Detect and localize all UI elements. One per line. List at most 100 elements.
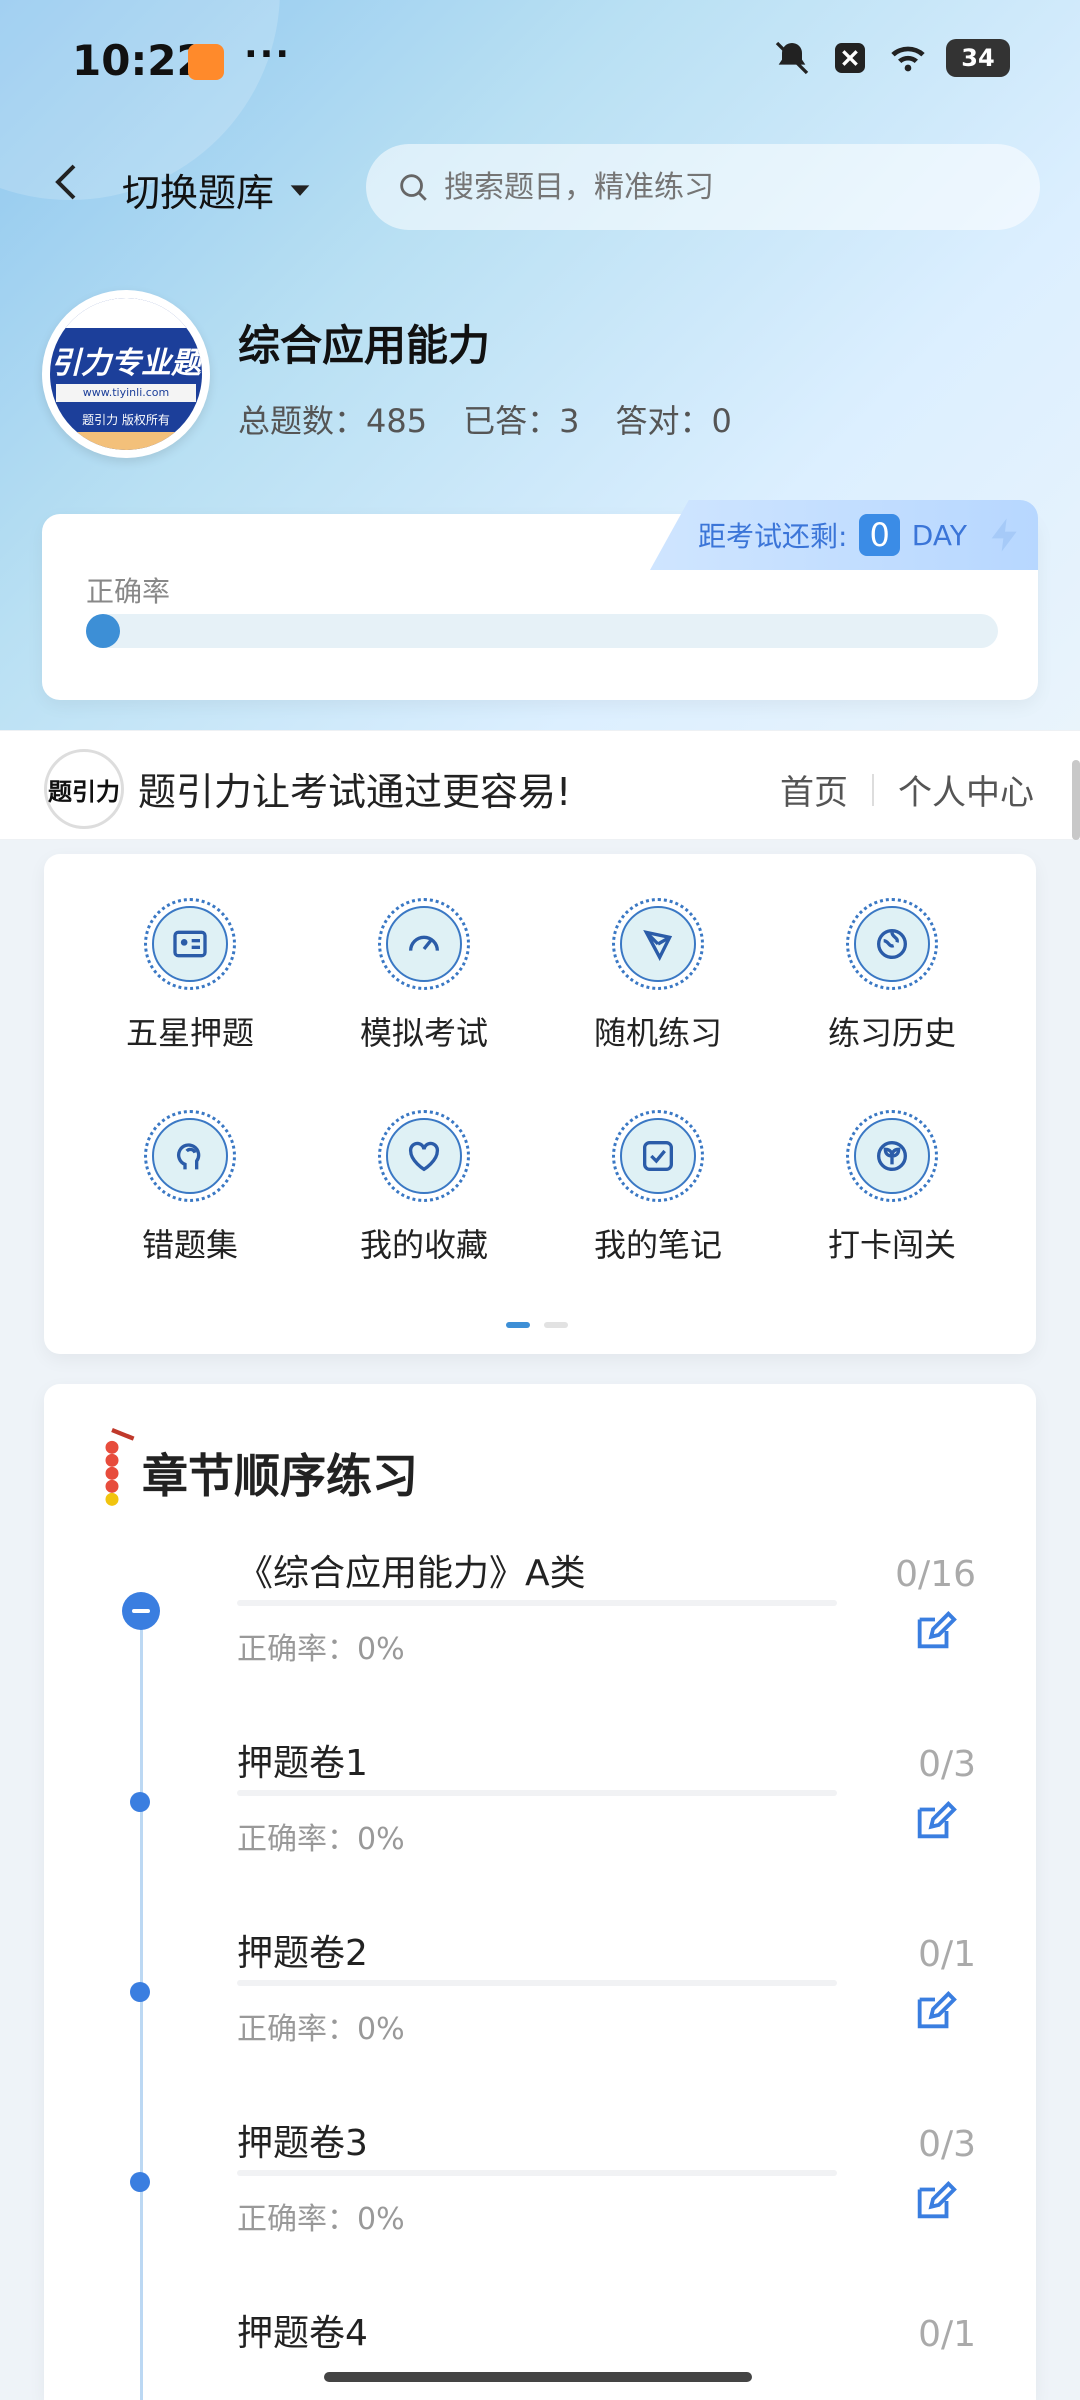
chapter-accuracy: 正确率：0% <box>237 2202 405 2237</box>
battery-icon: 34 <box>946 39 1010 77</box>
grid-item-mock-exam[interactable]: 模拟考试 <box>324 898 524 1054</box>
chapter-item[interactable]: 押题卷2 正确率：0% 0/1 <box>44 1924 1036 2114</box>
timeline-node <box>130 1792 150 1812</box>
more-notifications-icon: ··· <box>244 34 292 75</box>
grid-item-favorites[interactable]: 我的收藏 <box>324 1110 524 1266</box>
chapter-name: 《综合应用能力》A类 <box>237 1553 586 1594</box>
grid-item-label: 模拟考试 <box>359 1014 488 1052</box>
promo-logo: 题引力 <box>44 749 124 829</box>
note-check-icon <box>643 1141 673 1171</box>
accuracy-progress-indicator <box>86 614 120 648</box>
grid-item-label: 我的笔记 <box>593 1226 722 1264</box>
bank-logo: 引力专业题 www.tiyinli.com 题引力 版权所有 <box>42 290 210 458</box>
grid-pager[interactable] <box>506 1322 568 1328</box>
network-icon <box>643 929 673 961</box>
feature-grid: 五星押题 模拟考试 随机练习 练习历史 错题集 我的收藏 我的笔记 打卡闯关 <box>44 854 1036 1354</box>
grid-item-checkin[interactable]: 打卡闯关 <box>792 1110 992 1266</box>
switch-bank-button[interactable]: 切换题库 <box>122 162 314 217</box>
pager-dot[interactable] <box>544 1322 568 1328</box>
grid-item-label: 练习历史 <box>827 1014 956 1052</box>
home-link[interactable]: 首页 <box>780 765 848 814</box>
lightning-icon <box>991 518 1017 552</box>
answered-count: 已答：3 <box>463 402 580 440</box>
total-questions: 总题数：485 <box>238 402 428 440</box>
search-input[interactable] <box>442 168 1006 206</box>
edit-icon[interactable] <box>912 1798 958 1844</box>
status-bar: 10:22 ··· 34 <box>0 0 1080 120</box>
edit-icon[interactable] <box>912 2178 958 2224</box>
bank-logo-image: 引力专业题 www.tiyinli.com 题引力 版权所有 <box>50 298 202 450</box>
status-icons: 34 <box>772 38 1010 78</box>
logo-url: www.tiyinli.com <box>56 384 196 402</box>
grid-item-wrong-questions[interactable]: 错题集 <box>90 1110 290 1266</box>
grid-item-label: 我的收藏 <box>359 1226 488 1264</box>
grid-item-notes[interactable]: 我的笔记 <box>558 1110 758 1266</box>
chapter-count: 0/1 <box>918 2314 976 2355</box>
correct-count: 答对：0 <box>615 402 732 440</box>
edit-icon[interactable] <box>912 1608 958 1654</box>
wifi-icon <box>891 46 925 72</box>
accuracy-card: 距考试还剩: 0 DAY 正确率 <box>42 500 1038 700</box>
chapter-item[interactable]: 押题卷1 正确率：0% 0/3 <box>44 1734 1036 1924</box>
gauge-icon <box>409 935 439 951</box>
mute-icon <box>775 41 809 75</box>
scrollbar[interactable] <box>1072 760 1080 840</box>
chapter-progress-track <box>237 1790 837 1796</box>
pager-dot-active[interactable] <box>506 1322 530 1328</box>
heart-icon <box>408 1141 440 1172</box>
chapter-name: 押题卷3 <box>237 2123 368 2164</box>
grid-item-label: 错题集 <box>141 1226 238 1264</box>
status-time: 10:22 <box>72 36 206 85</box>
accuracy-label: 正确率 <box>86 575 171 608</box>
logo-main-text: 引力专业题 <box>51 346 201 381</box>
bank-title: 综合应用能力 <box>238 321 491 370</box>
exam-countdown: 距考试还剩: 0 DAY <box>650 500 1038 570</box>
chapter-count: 0/3 <box>918 1744 976 1785</box>
top-nav: 切换题库 <box>0 140 1080 230</box>
back-icon[interactable] <box>44 158 92 206</box>
accuracy-progress-bar <box>86 614 998 648</box>
grid-item-five-star[interactable]: 五星押题 <box>90 898 290 1054</box>
grid-item-random-practice[interactable]: 随机练习 <box>558 898 758 1054</box>
countdown-value: 0 <box>859 514 900 556</box>
id-card-icon <box>173 930 207 958</box>
promo-slogan: 题引力让考试通过更容易! <box>138 770 572 814</box>
search-icon <box>400 174 427 201</box>
chapter-count: 0/1 <box>918 1934 976 1975</box>
countdown-unit: DAY <box>911 518 967 552</box>
app-notification-icon <box>188 44 224 80</box>
chapter-accuracy: 正确率：0% <box>237 2012 405 2047</box>
profile-link[interactable]: 个人中心 <box>898 765 1034 814</box>
collapse-node-icon[interactable] <box>122 1592 160 1630</box>
chapter-count: 0/3 <box>918 2124 976 2165</box>
chapter-progress-track <box>237 1600 837 1606</box>
grid-item-label: 五星押题 <box>125 1014 254 1052</box>
chapter-item[interactable]: 《综合应用能力》A类 正确率：0% 0/16 <box>44 1544 1036 1734</box>
chapter-item[interactable]: 押题卷3 正确率：0% 0/3 <box>44 2114 1036 2304</box>
head-icon <box>177 1143 201 1170</box>
countdown-label: 距考试还剩: <box>698 520 848 553</box>
bank-stats: 总题数：485 已答：3 答对：0 <box>238 396 732 442</box>
chapter-item[interactable]: 押题卷4 0/1 <box>44 2304 1036 2400</box>
caret-down-icon <box>290 184 310 196</box>
chapter-progress-track <box>237 2170 837 2176</box>
grid-item-history[interactable]: 练习历史 <box>792 898 992 1054</box>
globe-icon <box>877 929 907 959</box>
firecracker-icon <box>105 1427 135 1506</box>
chapter-name: 押题卷1 <box>237 1743 368 1784</box>
chapter-name: 押题卷4 <box>237 2313 368 2354</box>
logo-copyright: 题引力 版权所有 <box>82 413 170 427</box>
grid-item-label: 随机练习 <box>593 1014 722 1052</box>
edit-icon[interactable] <box>912 1988 958 2034</box>
chapter-accuracy: 正确率：0% <box>237 1822 405 1857</box>
no-sim-icon <box>835 43 865 73</box>
chapter-count: 0/16 <box>895 1554 976 1595</box>
chapter-name: 押题卷2 <box>237 1933 368 1974</box>
timeline-node <box>130 2172 150 2192</box>
chapter-practice-card: 章节顺序练习 《综合应用能力》A类 正确率：0% 0/16 押题卷1 正确率：0… <box>44 1384 1036 2400</box>
promo-links: 首页 个人中心 <box>780 765 1034 814</box>
chapter-progress-track <box>237 1980 837 1986</box>
search-bar[interactable] <box>366 144 1040 230</box>
chapter-section-title: 章节顺序练习 <box>142 1449 418 1503</box>
home-indicator[interactable] <box>324 2372 752 2382</box>
